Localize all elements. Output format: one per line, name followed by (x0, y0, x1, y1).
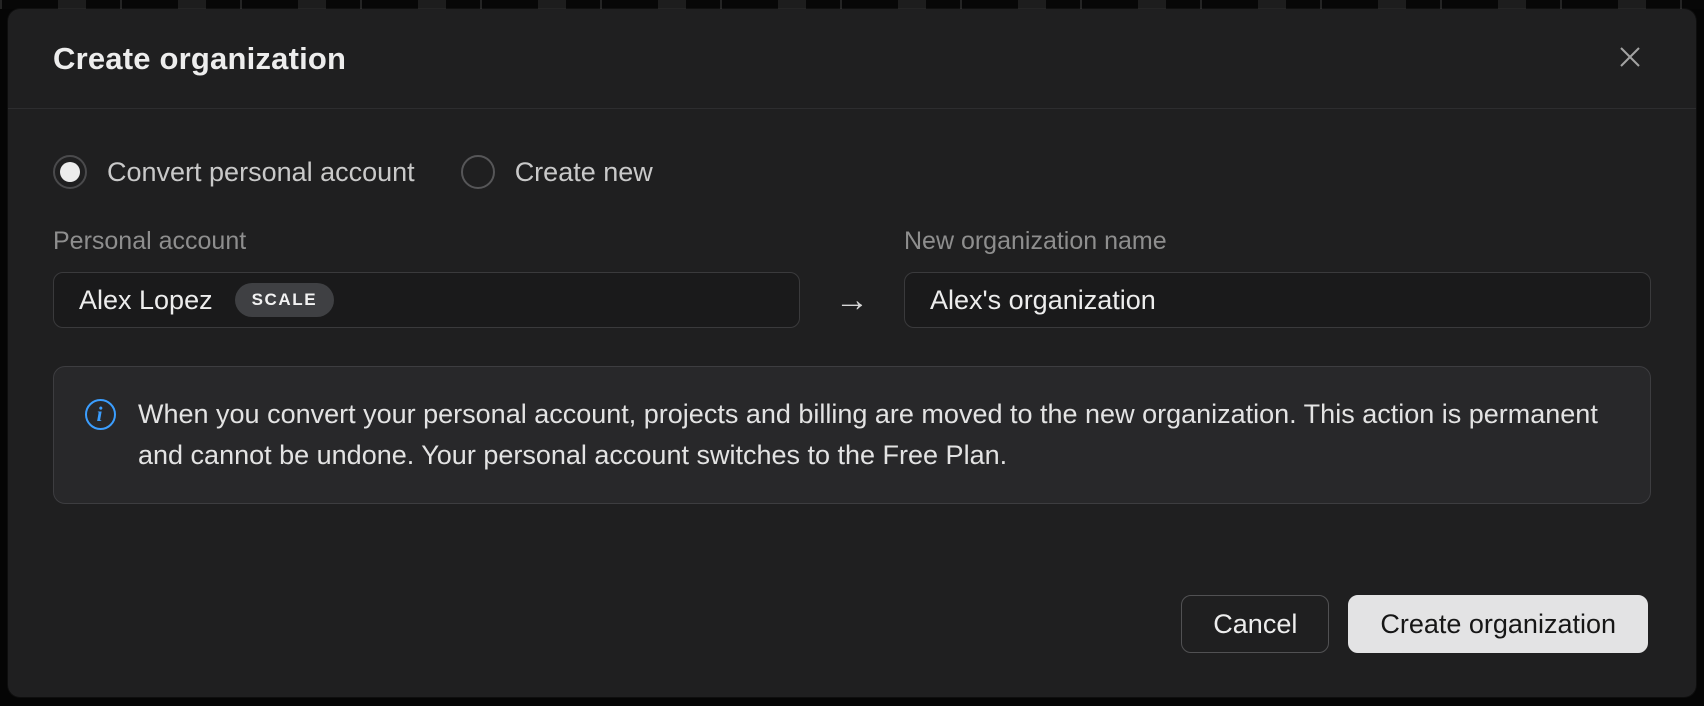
radio-create-new[interactable]: Create new (461, 155, 653, 189)
create-organization-modal: Create organization Convert personal acc… (8, 9, 1696, 697)
close-icon (1615, 42, 1645, 75)
modal-footer: Cancel Create organization (1181, 595, 1648, 653)
radio-selected-icon (53, 155, 87, 189)
personal-account-field: Personal account Alex Lopez SCALE (53, 227, 800, 328)
background-page-strip (0, 0, 1704, 9)
radio-unselected-icon (461, 155, 495, 189)
modal-title: Create organization (53, 41, 346, 77)
notice-text: When you convert your personal account, … (138, 394, 1608, 476)
personal-account-name: Alex Lopez (79, 285, 213, 316)
account-type-radio-group: Convert personal account Create new (53, 155, 1651, 189)
new-organization-input[interactable]: Alex's organization (904, 272, 1651, 328)
plan-badge: SCALE (235, 283, 335, 317)
create-organization-button[interactable]: Create organization (1348, 595, 1648, 653)
new-organization-label: New organization name (904, 227, 1651, 256)
conversion-fields-row: Personal account Alex Lopez SCALE → New … (53, 227, 1651, 328)
radio-label: Convert personal account (107, 157, 415, 188)
new-organization-value: Alex's organization (930, 285, 1156, 316)
personal-account-label: Personal account (53, 227, 800, 256)
modal-header: Create organization (8, 9, 1696, 109)
info-icon: i (85, 399, 116, 430)
cancel-button[interactable]: Cancel (1181, 595, 1329, 653)
radio-label: Create new (515, 157, 653, 188)
arrow-right-icon: → (800, 272, 904, 328)
new-organization-field: New organization name Alex's organizatio… (904, 227, 1651, 328)
conversion-notice: i When you convert your personal account… (53, 366, 1651, 504)
modal-body: Convert personal account Create new Pers… (8, 109, 1696, 504)
close-button[interactable] (1608, 37, 1652, 81)
personal-account-box: Alex Lopez SCALE (53, 272, 800, 328)
radio-convert-personal-account[interactable]: Convert personal account (53, 155, 415, 189)
